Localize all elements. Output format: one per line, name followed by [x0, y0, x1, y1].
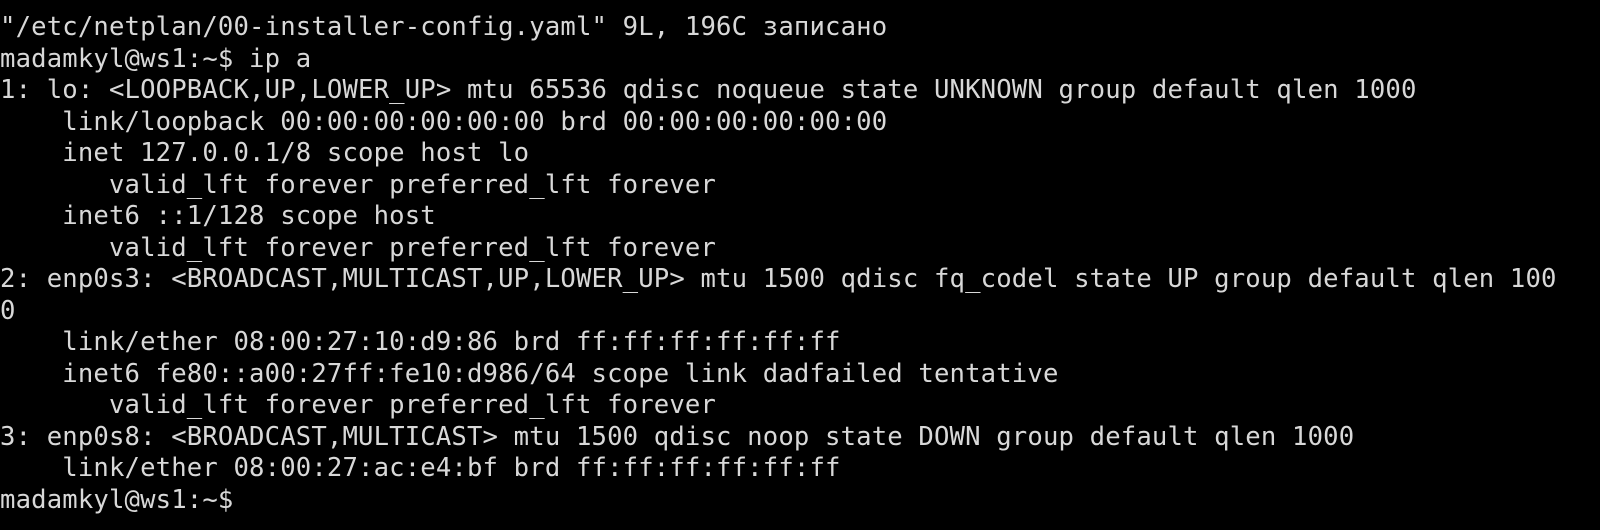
terminal-window[interactable]: "/etc/netplan/00-installer-config.yaml" …: [0, 0, 1600, 530]
terminal-line-enp0s3-inet6-lifetime: valid_lft forever preferred_lft forever: [0, 390, 717, 420]
terminal-line-vim-write-message: "/etc/netplan/00-installer-config.yaml" …: [0, 12, 888, 42]
terminal-line-lo-inet: inet 127.0.0.1/8 scope host lo: [0, 138, 530, 168]
terminal-cursor[interactable]: [235, 488, 249, 513]
terminal-prompt: madamkyl@ws1:~$: [0, 484, 234, 515]
terminal-line-enp0s3-inet6: inet6 fe80::a00:27ff:fe10:d986/64 scope …: [0, 358, 1059, 389]
terminal-line-interface-enp0s3: 2: enp0s3: <BROADCAST,MULTICAST,UP,LOWER…: [0, 264, 1557, 294]
terminal-line-interface-enp0s8: 3: enp0s8: <BROADCAST,MULTICAST> mtu 150…: [0, 421, 1355, 452]
terminal-line-lo-link: link/loopback 00:00:00:00:00:00 brd 00:0…: [0, 106, 888, 137]
terminal-line-lo-inet-lifetime: valid_lft forever preferred_lft forever: [0, 169, 717, 200]
terminal-line-enp0s8-link: link/ether 08:00:27:ac:e4:bf brd ff:ff:f…: [0, 453, 841, 483]
terminal-line-lo-inet6: inet6 ::1/128 scope host: [0, 201, 436, 231]
terminal-line-command-ip-a: madamkyl@ws1:~$ ip a: [0, 43, 312, 74]
terminal-line-interface-lo: 1: lo: <LOOPBACK,UP,LOWER_UP> mtu 65536 …: [0, 75, 1417, 105]
terminal-prompt-line[interactable]: madamkyl@ws1:~$: [0, 484, 249, 517]
terminal-line-interface-enp0s3-wrap: 0: [0, 295, 16, 326]
terminal-line-enp0s3-link: link/ether 08:00:27:10:d9:86 brd ff:ff:f…: [0, 327, 841, 357]
terminal-line-lo-inet6-lifetime: valid_lft forever preferred_lft forever: [0, 232, 717, 263]
